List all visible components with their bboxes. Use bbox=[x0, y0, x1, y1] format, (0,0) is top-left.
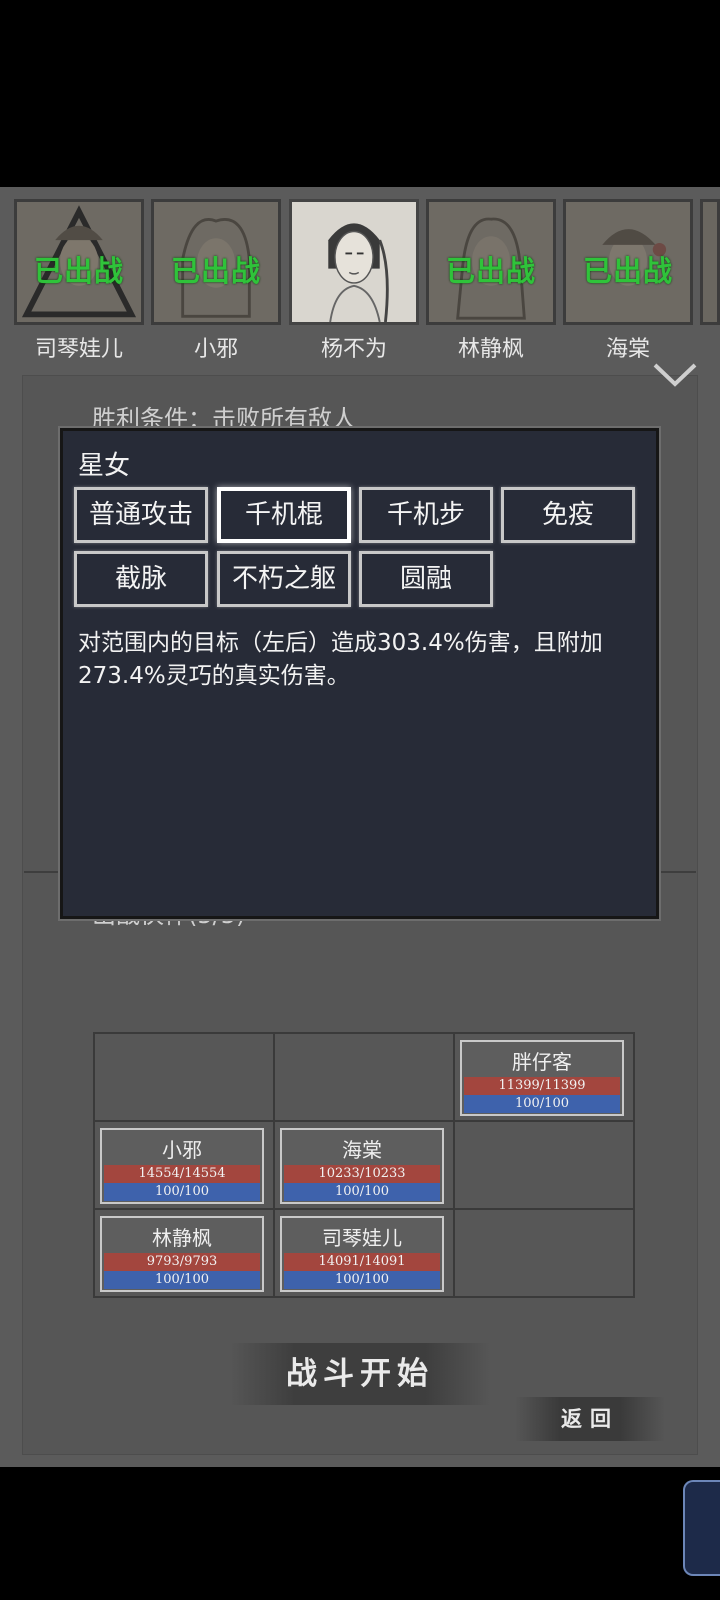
unit-name: 海棠 bbox=[342, 1138, 382, 1162]
skill-popup: 星女 普通攻击 千机棍 千机步 免疫 截脉 不朽之躯 圆融 对范围内的目标（左后… bbox=[60, 428, 659, 919]
unit-name: 小邪 bbox=[162, 1138, 202, 1162]
hp-bar: 11399/11399 bbox=[464, 1077, 620, 1095]
unit-card[interactable]: 小邪 14554/14554 100/100 bbox=[100, 1128, 264, 1204]
unit-card[interactable]: 海棠 10233/10233 100/100 bbox=[280, 1128, 444, 1204]
character-art-icon bbox=[328, 223, 389, 322]
portrait-name: 杨不为 bbox=[320, 337, 387, 362]
skill-description: 对范围内的目标（左后）造成303.4%伤害，且附加273.4%灵巧的真实伤害。 bbox=[78, 630, 603, 689]
hp-bar: 14091/14091 bbox=[284, 1253, 440, 1271]
portrait-xiaoxie[interactable]: 已出战 bbox=[151, 199, 281, 325]
formation-slot[interactable]: 小邪 14554/14554 100/100 bbox=[94, 1121, 274, 1209]
formation-slot[interactable]: 胖仔客 11399/11399 100/100 bbox=[454, 1033, 634, 1121]
deployed-label: 已出战 bbox=[170, 254, 261, 288]
party-strip: 已出战 司琴娃儿 已出战 小邪 杨不为 已出战 林静枫 已出战 海棠 bbox=[0, 199, 720, 362]
formation-slot[interactable] bbox=[454, 1209, 634, 1297]
portrait-siqin[interactable]: 已出战 bbox=[14, 199, 144, 325]
skill-button[interactable]: 免疫 bbox=[501, 487, 635, 543]
hp-bar: 14554/14554 bbox=[104, 1165, 260, 1183]
mp-bar: 100/100 bbox=[284, 1183, 440, 1201]
unit-name: 胖仔客 bbox=[512, 1050, 572, 1074]
portrait-yangbuwei[interactable] bbox=[289, 199, 419, 325]
mp-bar: 100/100 bbox=[104, 1271, 260, 1289]
formation-slot[interactable] bbox=[274, 1033, 454, 1121]
skill-button[interactable]: 不朽之躯 bbox=[217, 551, 351, 607]
portrait-name: 小邪 bbox=[193, 337, 238, 362]
back-button[interactable]: 返回 bbox=[515, 1397, 665, 1441]
hp-bar: 10233/10233 bbox=[284, 1165, 440, 1183]
formation-grid: 胖仔客 11399/11399 100/100 小邪 14554/14554 1… bbox=[93, 1032, 635, 1298]
skill-button[interactable]: 千机步 bbox=[359, 487, 493, 543]
formation-slot[interactable]: 林静枫 9793/9793 100/100 bbox=[94, 1209, 274, 1297]
skill-button[interactable]: 截脉 bbox=[74, 551, 208, 607]
portrait-linjingfeng[interactable]: 已出战 bbox=[426, 199, 556, 325]
portrait-name: 司琴娃儿 bbox=[34, 337, 123, 362]
mp-bar: 100/100 bbox=[464, 1095, 620, 1113]
unit-name: 司琴娃儿 bbox=[322, 1226, 402, 1250]
formation-slot[interactable] bbox=[454, 1121, 634, 1209]
formation-slot[interactable] bbox=[94, 1033, 274, 1121]
floating-menu-icon[interactable] bbox=[683, 1480, 720, 1576]
unit-card[interactable]: 胖仔客 11399/11399 100/100 bbox=[460, 1040, 624, 1116]
deployed-label: 已出战 bbox=[33, 254, 124, 288]
popup-title: 星女 bbox=[78, 451, 131, 481]
formation-slot[interactable]: 司琴娃儿 14091/14091 100/100 bbox=[274, 1209, 454, 1297]
portrait-name: 林静枫 bbox=[457, 337, 524, 362]
portrait-partial[interactable] bbox=[700, 199, 720, 325]
skill-button[interactable]: 普通攻击 bbox=[74, 487, 208, 543]
unit-card[interactable]: 林静枫 9793/9793 100/100 bbox=[100, 1216, 264, 1292]
deployed-label: 已出战 bbox=[445, 254, 536, 288]
skill-button[interactable]: 圆融 bbox=[359, 551, 493, 607]
chevron-down-icon[interactable] bbox=[652, 362, 698, 388]
unit-card[interactable]: 司琴娃儿 14091/14091 100/100 bbox=[280, 1216, 444, 1292]
portrait-haitang[interactable]: 已出战 bbox=[563, 199, 693, 325]
hp-bar: 9793/9793 bbox=[104, 1253, 260, 1271]
skill-button-active[interactable]: 千机棍 bbox=[217, 487, 351, 543]
mp-bar: 100/100 bbox=[104, 1183, 260, 1201]
unit-name: 林静枫 bbox=[152, 1226, 212, 1250]
formation-slot[interactable]: 海棠 10233/10233 100/100 bbox=[274, 1121, 454, 1209]
portrait-name: 海棠 bbox=[605, 337, 650, 362]
mp-bar: 100/100 bbox=[284, 1271, 440, 1289]
deployed-label: 已出战 bbox=[582, 254, 673, 288]
battle-start-button[interactable]: 战斗开始 bbox=[230, 1343, 490, 1405]
